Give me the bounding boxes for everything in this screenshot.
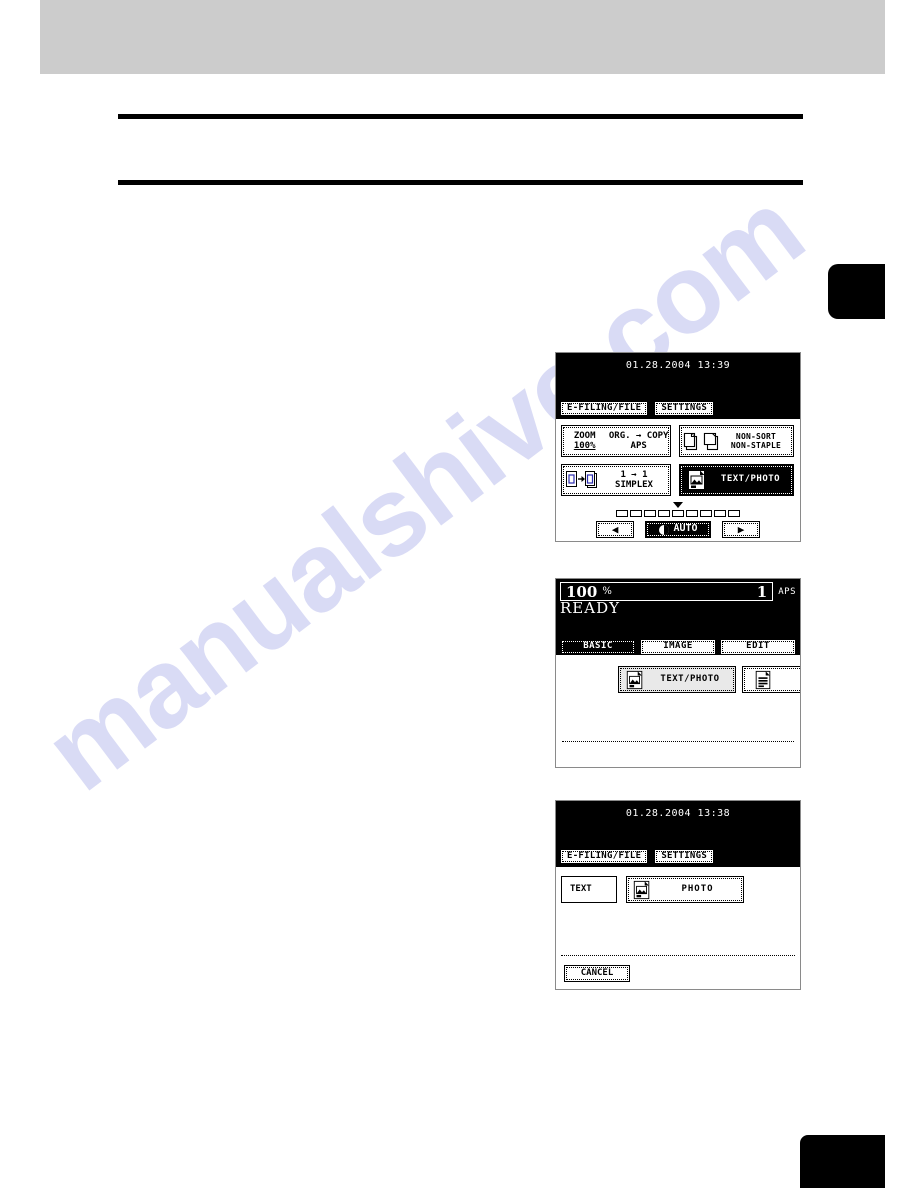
duplex-line-2: SIMPLEX <box>615 480 653 490</box>
panel1-header: 01.28.2004 13:39 E-FILING/FILE SETTINGS <box>556 353 800 419</box>
manual-page: manualshive.com 01.28.2004 13:39 E-FILIN… <box>0 0 918 1188</box>
panel3-clock: 01.28.2004 13:38 <box>625 808 731 819</box>
zoom-value: 100% <box>573 441 596 451</box>
finisher-line-1: NON-SORT <box>735 431 777 441</box>
zoom-label: ZOOM <box>573 430 596 441</box>
density-auto-label: AUTO <box>673 523 698 535</box>
density-segment[interactable] <box>672 510 684 517</box>
density-darker-button[interactable]: ▶ <box>722 521 760 538</box>
density-segment[interactable] <box>686 510 698 517</box>
text-option-button[interactable]: TEXT <box>561 876 617 903</box>
density-lighter-button[interactable]: ◀ <box>596 521 634 538</box>
copier-basic-screen: 01.28.2004 13:39 E-FILING/FILE SETTINGS … <box>555 352 801 542</box>
panel3-header: 01.28.2004 13:38 E-FILING/FILE SETTINGS <box>556 801 800 867</box>
page-corner-tab <box>800 1135 885 1188</box>
tab-edit[interactable]: EDIT <box>720 639 796 655</box>
finisher-button[interactable]: NON-SORT NON-STAPLE <box>679 425 794 457</box>
org-copy-value: APS <box>630 441 647 451</box>
density-segment[interactable] <box>658 510 670 517</box>
original-mode-label: TEXT/PHOTO <box>720 474 781 485</box>
status-message: READY <box>560 599 621 617</box>
photo-document-icon <box>633 880 650 899</box>
original-mode-screen: 01.28.2004 13:38 E-FILING/FILE SETTINGS … <box>555 800 801 990</box>
auto-density-icon <box>659 524 670 535</box>
ratio-percent-sign: % <box>602 586 612 597</box>
density-control: ◀ AUTO ▶ <box>556 502 800 538</box>
settings-button[interactable]: SETTINGS <box>654 401 715 416</box>
paper-source-label: APS <box>778 586 796 597</box>
tab-basic[interactable]: BASIC <box>560 639 636 655</box>
tab-image[interactable]: IMAGE <box>640 639 716 655</box>
efiling-file-button[interactable]: E-FILING/FILE <box>560 849 649 864</box>
text-photo-document-icon <box>626 670 643 689</box>
chapter-side-tab <box>828 264 885 319</box>
density-segment[interactable] <box>700 510 712 517</box>
panel1-clock: 01.28.2004 13:39 <box>625 360 731 371</box>
density-segment[interactable] <box>644 510 656 517</box>
density-segment[interactable] <box>630 510 642 517</box>
density-segment[interactable] <box>616 510 628 517</box>
text-photo-document-icon <box>688 470 705 490</box>
org-copy-label: ORG. → COPY <box>608 430 669 441</box>
text-photo-mode-button[interactable]: TEXT/PHOTO <box>618 666 736 693</box>
text-mode-button[interactable] <box>742 666 800 693</box>
panel3-separator <box>561 955 795 956</box>
text-document-icon <box>755 670 771 689</box>
simplex-originals-icon <box>566 471 597 488</box>
density-segment[interactable] <box>728 510 740 517</box>
panel2-separator <box>562 741 794 742</box>
photo-option-button[interactable]: PHOTO <box>626 876 744 903</box>
panel2-tab-bar: BASIC IMAGE EDIT <box>556 636 800 655</box>
panel2-body: TEXT/PHOTO <box>556 655 800 767</box>
finisher-line-2: NON-STAPLE <box>730 441 782 450</box>
panel3-header-tabs: E-FILING/FILE SETTINGS <box>560 849 715 864</box>
heading-rule-bottom <box>118 180 803 185</box>
settings-button[interactable]: SETTINGS <box>654 849 715 864</box>
ratio-value: 100 <box>566 582 598 601</box>
density-auto-button[interactable]: AUTO <box>645 521 711 538</box>
density-buttons: ◀ AUTO ▶ <box>556 521 800 538</box>
zoom-ratio-button[interactable]: ZOOM 100% ORG. → COPY APS <box>561 425 671 457</box>
copy-count: 1 <box>756 582 768 601</box>
density-marker-icon <box>673 502 683 508</box>
page-header-band <box>40 0 885 74</box>
non-sort-stack-icon <box>683 432 719 451</box>
image-mode-screen: 100 % 1 APS READY BASIC IMAGE EDIT TEXT/… <box>555 578 801 768</box>
original-mode-button[interactable]: TEXT/PHOTO <box>679 464 794 496</box>
density-segment[interactable] <box>714 510 726 517</box>
panel1-body: ZOOM 100% ORG. → COPY APS NON-SORT NON-S… <box>556 419 800 541</box>
duplex-line-1: 1 → 1 <box>620 469 648 480</box>
heading-rule-top <box>118 114 803 119</box>
panel2-status-header: 100 % 1 APS READY <box>556 579 800 636</box>
panel3-body: TEXT PHOTO CANCEL <box>556 867 800 989</box>
panel1-header-tabs: E-FILING/FILE SETTINGS <box>560 401 715 416</box>
photo-option-label: PHOTO <box>681 883 714 894</box>
cancel-button[interactable]: CANCEL <box>564 965 630 982</box>
text-photo-mode-label: TEXT/PHOTO <box>660 673 720 684</box>
efiling-file-button[interactable]: E-FILING/FILE <box>560 401 649 416</box>
duplex-mode-button[interactable]: 1 → 1 SIMPLEX <box>561 464 671 496</box>
